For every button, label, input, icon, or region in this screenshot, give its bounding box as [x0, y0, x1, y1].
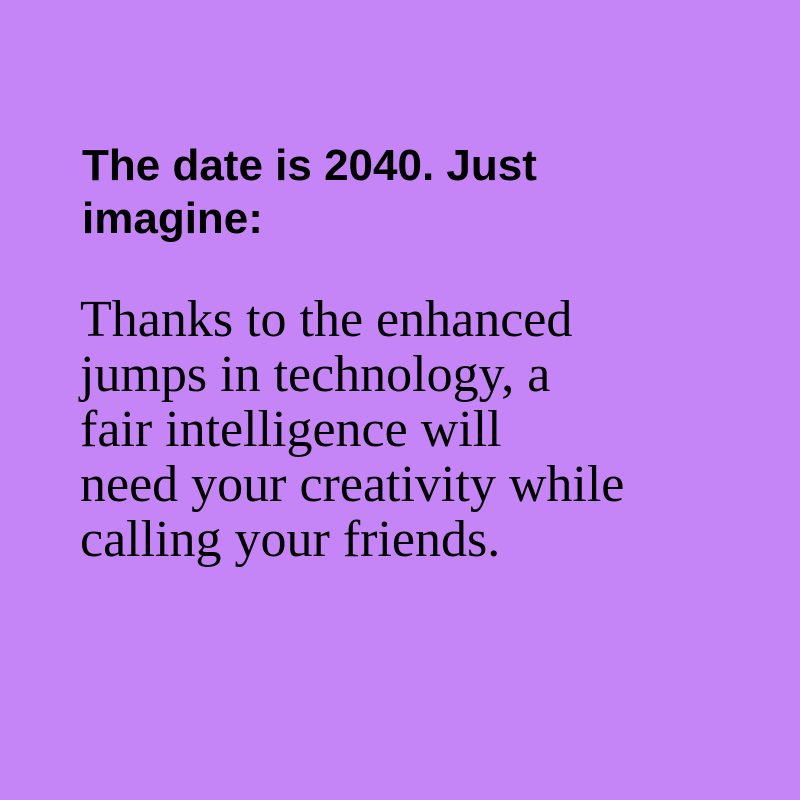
slide-card: The date is 2040. Just imagine: Thanks t…: [0, 0, 800, 800]
heading: The date is 2040. Just imagine:: [82, 139, 722, 245]
body-line-2: jumps in technology, a: [80, 346, 551, 403]
body-text: Thanks to the enhanced jumps in technolo…: [80, 292, 760, 567]
heading-line-1: The date is 2040. Just: [82, 141, 537, 190]
body-line-1: Thanks to the enhanced: [80, 291, 573, 348]
heading-line-2: imagine:: [82, 194, 263, 243]
body-line-3: fair intelligence will: [80, 401, 502, 458]
body-line-5: calling your friends.: [80, 511, 501, 568]
body-line-4: need your creativity while: [80, 456, 625, 513]
